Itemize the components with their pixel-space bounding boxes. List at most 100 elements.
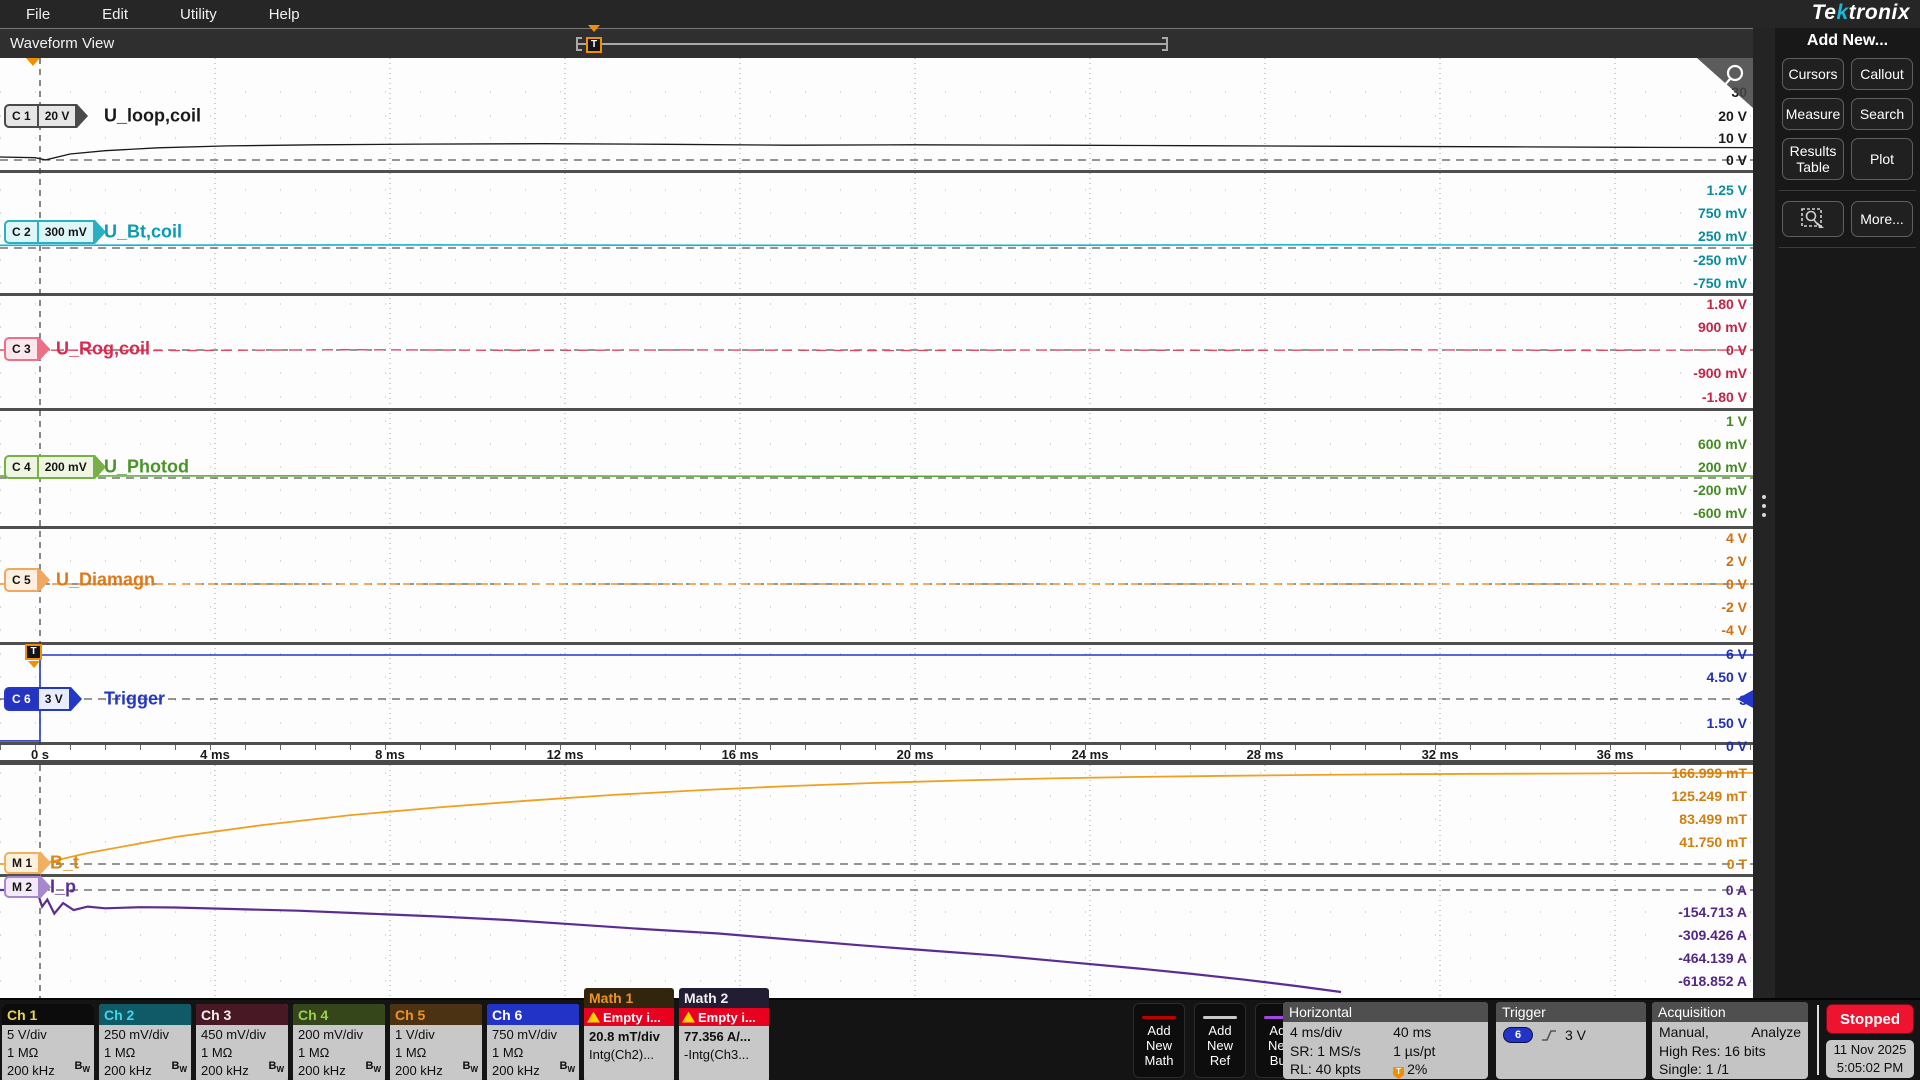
add-new-math-button[interactable]: AddNewMath xyxy=(1133,1003,1185,1078)
plot-button[interactable]: Plot xyxy=(1851,138,1913,180)
add-button-label: Add xyxy=(1195,1023,1245,1038)
trigger-panel[interactable]: Trigger 6 3 V xyxy=(1496,1002,1646,1079)
rising-edge-icon xyxy=(1541,1029,1557,1042)
time-tick-label: 32 ms xyxy=(1422,747,1459,762)
measure-button[interactable]: Measure xyxy=(1782,98,1844,130)
channel-badge-scale: 3 V xyxy=(39,687,71,711)
scale-label-c3: 0 V xyxy=(1726,342,1747,358)
menu-help[interactable]: Help xyxy=(269,6,300,23)
math-setting: Intg(Ch2)... xyxy=(589,1046,669,1064)
channel-card-ch4[interactable]: Ch 4200 mV/div1 MΩ200 kHzBW xyxy=(293,1004,385,1080)
accent-line xyxy=(1203,1016,1237,1019)
trigger-t-flag[interactable]: T xyxy=(25,644,42,660)
channel-card-settings: 5 V/div1 MΩ200 kHzBW xyxy=(2,1025,94,1080)
menu-utility[interactable]: Utility xyxy=(180,6,217,23)
overview-trigger-t-icon[interactable]: T xyxy=(586,37,602,53)
scale-label-c6: 0 V xyxy=(1726,738,1747,754)
trigger-level-arrow-icon[interactable] xyxy=(1737,690,1753,708)
math-card-math1[interactable]: Math 1Empty i...20.8 mT/divIntg(Ch2)... xyxy=(584,988,674,1080)
waveform-plot-upper xyxy=(0,58,1753,745)
zoom-box-button[interactable] xyxy=(1782,201,1844,237)
overview-right-bracket xyxy=(1162,37,1168,51)
channel-badge-id: C 1 xyxy=(4,104,39,128)
menu-edit[interactable]: Edit xyxy=(102,6,128,23)
channel-card-ch3[interactable]: Ch 3450 mV/div1 MΩ200 kHzBW xyxy=(196,1004,288,1080)
channel-badge-c4[interactable]: C 4200 mV xyxy=(4,455,106,479)
math-setting: 20.8 mT/div xyxy=(589,1028,669,1046)
panel-divider xyxy=(1779,247,1916,248)
menu-file[interactable]: File xyxy=(26,6,50,23)
waveform-trace-c6 xyxy=(0,655,1753,741)
channel-badge-c2[interactable]: C 2300 mV xyxy=(4,220,106,244)
waveform-graticule-upper[interactable]: C 120 VU_loop,coil3020 V10 V0 VC 2300 mV… xyxy=(0,58,1753,745)
channel-card-settings: 1 V/div1 MΩ200 kHzBW xyxy=(390,1025,482,1080)
trigger-t-flag-triangle-icon xyxy=(28,661,40,668)
channel-card-title: Ch 6 xyxy=(487,1004,579,1025)
settings-bar: Ch 15 V/div1 MΩ200 kHzBWCh 2250 mV/div1 … xyxy=(0,998,1920,1080)
time-tick-label: 0 s xyxy=(31,747,49,762)
channel-label-c3: U_Rog,coil xyxy=(56,339,150,360)
trigger-flag-icon: T xyxy=(1393,1067,1404,1079)
horizontal-panel-title: Horizontal xyxy=(1283,1002,1488,1022)
waveform-view-title: Waveform View xyxy=(10,35,114,52)
acquisition-panel[interactable]: Acquisition Manual, Analyze High Res: 16… xyxy=(1652,1002,1808,1079)
scale-label-c3: -1.80 V xyxy=(1702,389,1747,405)
channel-badge-m2[interactable]: M 2 xyxy=(4,875,51,899)
badge-arrow-tip xyxy=(95,220,106,244)
scale-label-m1: 166.999 mT xyxy=(1672,765,1748,781)
time-tick-label: 36 ms xyxy=(1597,747,1634,762)
splitter-grip-icon[interactable] xyxy=(1762,490,1766,522)
bandwidth-badge: BW xyxy=(365,1057,381,1079)
bandwidth-badge: BW xyxy=(171,1057,187,1079)
channel-card-ch5[interactable]: Ch 51 V/div1 MΩ200 kHzBW xyxy=(390,1004,482,1080)
scale-label-c4: -200 mV xyxy=(1693,482,1747,498)
horizontal-panel[interactable]: Horizontal 4 ms/div 40 ms SR: 1 MS/s 1 µ… xyxy=(1283,1002,1488,1079)
panel-splitter[interactable] xyxy=(1753,28,1775,998)
channel-label-c1: U_loop,coil xyxy=(104,106,201,127)
results-table-button[interactable]: Results Table xyxy=(1782,138,1844,180)
channel-badge-c5[interactable]: C 5 xyxy=(4,568,50,592)
math-warning-bar: Empty i... xyxy=(679,1008,769,1026)
horizontal-overview-bar[interactable]: T xyxy=(578,29,1166,59)
channel-badge-c3[interactable]: C 3 xyxy=(4,337,50,361)
waveform-trace-c1 xyxy=(0,144,1753,160)
scale-label-c4: 1 V xyxy=(1726,413,1747,429)
overview-line xyxy=(578,43,1166,45)
add-new-ref-button[interactable]: AddNewRef xyxy=(1194,1003,1246,1078)
channel-card-ch6[interactable]: Ch 6750 mV/div1 MΩ200 kHzBW xyxy=(487,1004,579,1080)
scale-label-c4: -600 mV xyxy=(1693,505,1747,521)
channel-label-m2: I_p xyxy=(50,877,76,898)
time-tick-label: 20 ms xyxy=(897,747,934,762)
channel-badge-m1[interactable]: M 1 xyxy=(4,851,51,875)
channel-setting: 250 mV/div xyxy=(104,1026,186,1044)
math-card-settings: 77.356 A/...-Intg(Ch3... xyxy=(679,1026,769,1080)
scale-label-m1: 0 T xyxy=(1727,856,1747,872)
waveform-graticule-lower[interactable]: M 1B_t166.999 mT125.249 mT83.499 mT41.75… xyxy=(0,765,1753,998)
add-button-label: Math xyxy=(1134,1053,1184,1068)
channel-setting: 200 mV/div xyxy=(298,1026,380,1044)
channel-card-settings: 250 mV/div1 MΩ200 kHzBW xyxy=(99,1025,191,1080)
run-stop-button[interactable]: Stopped xyxy=(1826,1004,1914,1034)
trigger-position-triangle-icon[interactable] xyxy=(26,58,40,66)
scale-label-c3: 900 mV xyxy=(1698,319,1747,335)
scale-label-c2: 750 mV xyxy=(1698,205,1747,221)
more-button[interactable]: More... xyxy=(1851,201,1913,237)
datetime-display[interactable]: 11 Nov 2025 5:05:02 PM xyxy=(1826,1040,1914,1078)
cursors-button[interactable]: Cursors xyxy=(1782,58,1844,90)
badge-arrow-tip xyxy=(40,851,51,875)
channel-badge-c6[interactable]: C 63 V xyxy=(4,687,82,711)
math-card-math2[interactable]: Math 2Empty i...77.356 A/...-Intg(Ch3... xyxy=(679,988,769,1080)
channel-badge-scale: 200 mV xyxy=(39,455,95,479)
scale-label-c3: -900 mV xyxy=(1693,365,1747,381)
channel-card-ch2[interactable]: Ch 2250 mV/div1 MΩ200 kHzBW xyxy=(99,1004,191,1080)
acquisition-analyze: Analyze xyxy=(1751,1023,1801,1042)
waveform-view-titlebar: Waveform View T xyxy=(0,28,1753,58)
scale-label-m2: -618.852 A xyxy=(1678,973,1747,989)
math-card-title: Math 2 xyxy=(679,988,769,1008)
channel-card-ch1[interactable]: Ch 15 V/div1 MΩ200 kHzBW xyxy=(2,1004,94,1080)
scale-label-c2: 250 mV xyxy=(1698,228,1747,244)
add-button-label: Ref xyxy=(1195,1053,1245,1068)
search-button[interactable]: Search xyxy=(1851,98,1913,130)
callout-button[interactable]: Callout xyxy=(1851,58,1913,90)
channel-badge-c1[interactable]: C 120 V xyxy=(4,104,88,128)
